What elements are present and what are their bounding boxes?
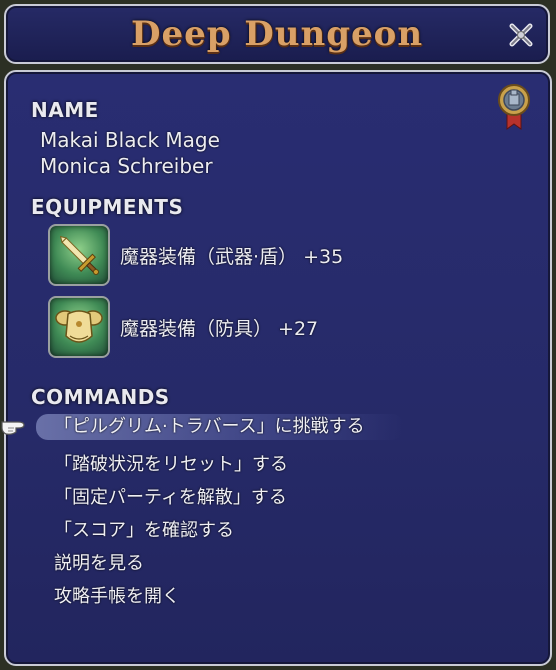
sword-icon xyxy=(59,235,99,275)
command-pilgrim-traverse[interactable]: 「ピルグリム·トラバース」に挑戦する xyxy=(36,414,404,440)
command-check-score[interactable]: 「スコア」を確認する xyxy=(54,516,234,542)
command-reset-progress[interactable]: 「踏破状況をリセット」する xyxy=(54,450,288,476)
name-heading: NAME xyxy=(31,98,99,122)
command-view-explanation[interactable]: 説明を見る xyxy=(54,549,144,575)
equipments-heading: EQUIPMENTS xyxy=(31,195,184,219)
equipment-row-armor[interactable]: 魔器装備（防具） +27 xyxy=(48,296,508,360)
commands-heading: COMMANDS xyxy=(31,385,170,409)
deep-dungeon-panel: NAME Makai Black Mage Monica Schreiber E… xyxy=(4,70,552,666)
armor-label: 魔器装備（防具） +27 xyxy=(120,318,319,340)
close-icon[interactable] xyxy=(506,20,536,50)
job-title: Makai Black Mage xyxy=(40,128,220,152)
window-title: Deep Dungeon xyxy=(130,14,424,54)
armor-slot xyxy=(48,296,110,358)
command-disband-party[interactable]: 「固定パーティを解散」する xyxy=(54,483,287,509)
weapon-slot xyxy=(48,224,110,286)
equipment-row-weapon[interactable]: 魔器装備（武器·盾） +35 xyxy=(48,224,508,288)
character-name: Monica Schreiber xyxy=(40,154,213,178)
weapon-label: 魔器装備（武器·盾） +35 xyxy=(120,246,344,268)
armor-icon xyxy=(55,310,103,343)
rank-badge-icon xyxy=(498,84,530,130)
pointing-hand-cursor-icon xyxy=(1,421,25,435)
command-open-guidebook[interactable]: 攻略手帳を開く xyxy=(54,582,180,608)
window-title-bar: Deep Dungeon xyxy=(4,4,550,64)
